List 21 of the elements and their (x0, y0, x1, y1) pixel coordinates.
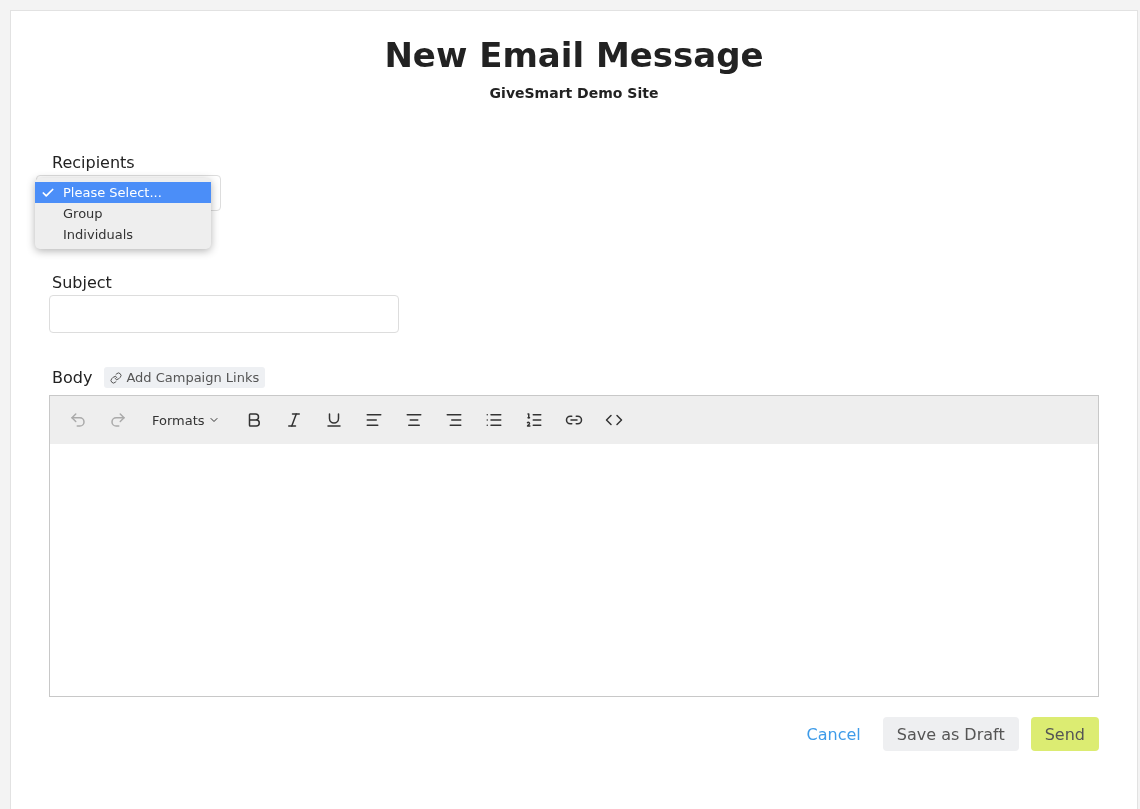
dropdown-option[interactable]: Group (35, 203, 211, 224)
link-icon (110, 371, 123, 384)
bullet-list-icon (484, 411, 503, 429)
add-campaign-links-button[interactable]: Add Campaign Links (104, 367, 266, 388)
align-left-icon (364, 411, 383, 429)
save-draft-button[interactable]: Save as Draft (882, 717, 1019, 751)
align-right-icon (444, 411, 463, 429)
redo-icon (109, 411, 127, 429)
align-center-icon (404, 411, 423, 429)
formats-dropdown[interactable]: Formats (148, 404, 224, 436)
undo-icon (69, 411, 87, 429)
numbered-list-icon (524, 411, 543, 429)
underline-icon (324, 411, 343, 429)
field-label: Recipients (52, 153, 136, 172)
field-label: Body (52, 368, 93, 387)
dropdown-option[interactable]: Individuals (35, 224, 211, 245)
page-title: New Email Message (383, 35, 765, 75)
site-name: GiveSmart Demo Site (488, 85, 660, 101)
send-button[interactable]: Send (1030, 717, 1099, 751)
subject-field[interactable] (49, 295, 399, 333)
field-label: Subject (52, 273, 113, 292)
